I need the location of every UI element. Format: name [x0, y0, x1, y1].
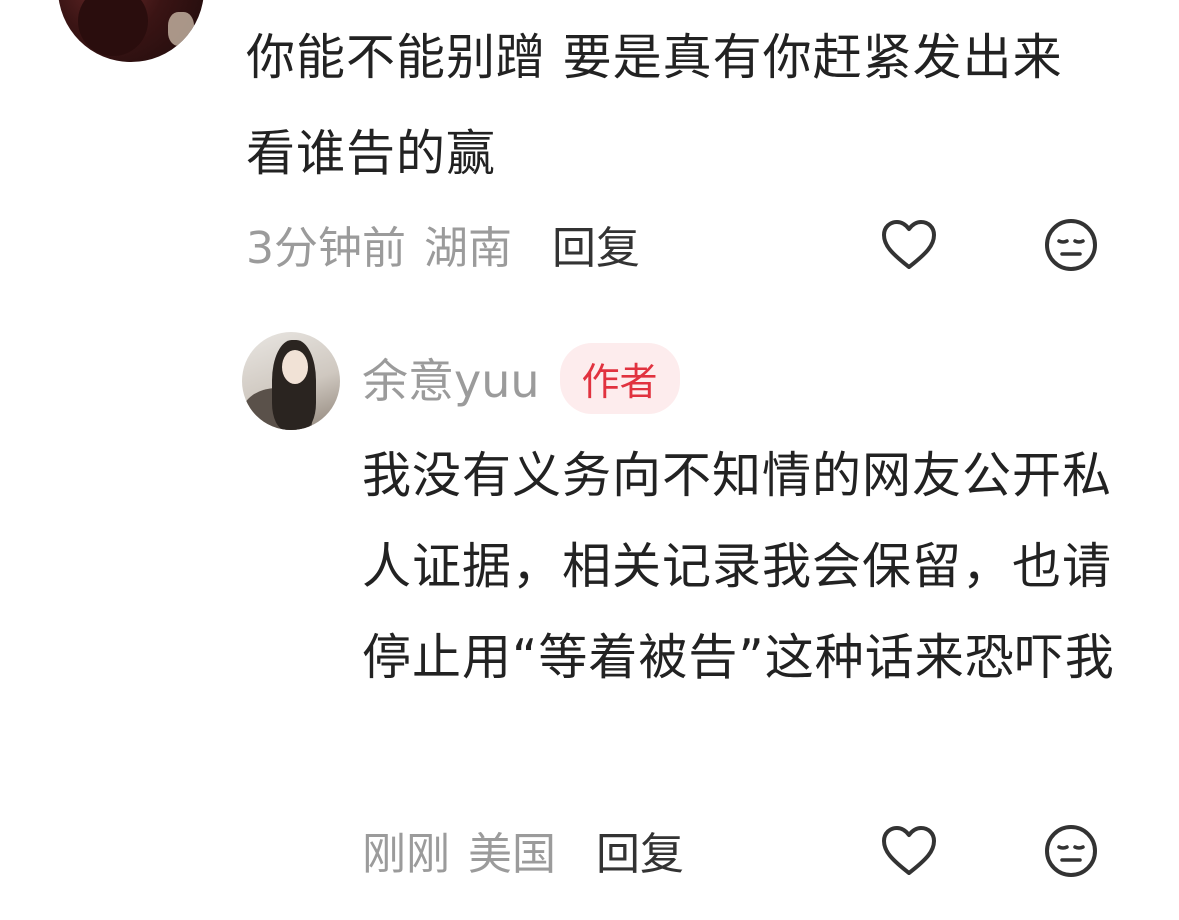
top-comment-time: 3分钟前: [246, 223, 406, 274]
top-comment-avatar[interactable]: [58, 0, 204, 62]
top-comment-location: 湖南: [424, 223, 512, 274]
neutral-face-icon: [1045, 825, 1097, 877]
avatar-highlight-shape: [168, 12, 194, 46]
reply-comment-reply-button[interactable]: 回复: [596, 818, 684, 882]
reply-comment-text: 我没有义务向不知情的网友公开私人证据，相关记录我会保留，也请停止用“等着被告”这…: [362, 447, 1115, 686]
reply-comment-time: 刚刚: [362, 829, 450, 880]
neutral-face-icon: [1045, 219, 1097, 271]
top-comment-like-button[interactable]: [880, 216, 938, 274]
avatar-hair-shape: [78, 0, 148, 56]
reply-comment-location: 美国: [468, 829, 556, 880]
heart-outline-icon: [882, 826, 936, 875]
reply-comment-like-button[interactable]: [880, 822, 938, 880]
reply-comment-dislike-button[interactable]: [1042, 822, 1100, 880]
reply-author-avatar[interactable]: [242, 332, 340, 430]
comment-thread: 你能不能别蹭 要是真有你赶紧发出来 看谁告的赢 3分钟前 湖南 回复 余意yuu…: [0, 0, 1179, 920]
reply-comment-meta: 刚刚 美国 回复: [362, 820, 684, 880]
avatar-face-shape: [282, 350, 308, 384]
heart-outline-icon: [882, 220, 936, 269]
top-comment-reply-button[interactable]: 回复: [552, 212, 640, 276]
reply-header: 余意yuu 作者: [362, 340, 680, 416]
author-badge: 作者: [559, 342, 680, 414]
top-comment-text: 你能不能别蹭 要是真有你赶紧发出来 看谁告的赢: [246, 29, 1063, 182]
top-comment-meta: 3分钟前 湖南 回复: [246, 214, 640, 274]
reply-username[interactable]: 余意yuu: [362, 345, 540, 411]
top-comment-dislike-button[interactable]: [1042, 216, 1100, 274]
